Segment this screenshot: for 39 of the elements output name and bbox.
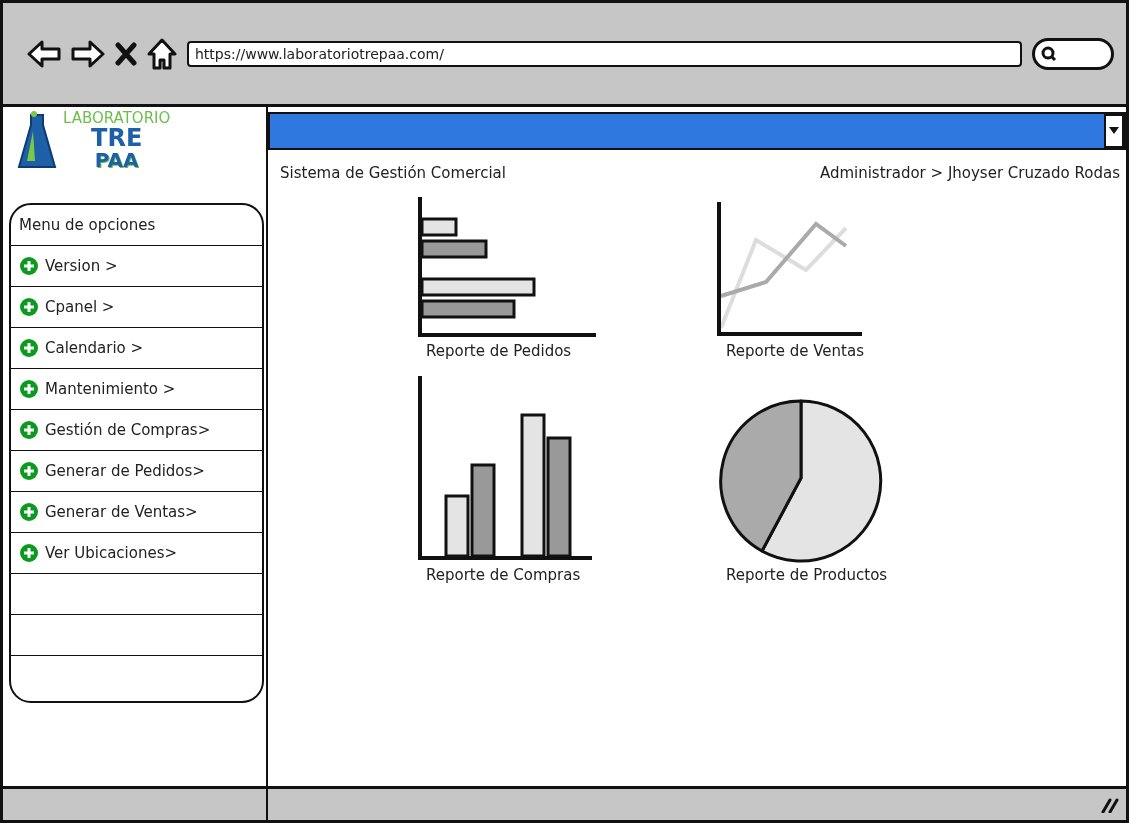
chart-bar xyxy=(420,217,458,236)
plus-icon xyxy=(19,379,39,399)
search-icon xyxy=(1041,45,1057,62)
plus-icon xyxy=(19,420,39,440)
dropdown-button[interactable] xyxy=(1104,114,1124,148)
plus-icon xyxy=(19,256,39,276)
plus-icon xyxy=(19,297,39,317)
plus-icon xyxy=(19,461,39,481)
back-icon[interactable] xyxy=(27,38,61,69)
menu-item[interactable]: Version > xyxy=(11,246,262,287)
page-title: Sistema de Gestión Comercial xyxy=(280,163,506,184)
plus-icon xyxy=(19,543,39,563)
chart-caption: Reporte de Productos xyxy=(726,565,888,586)
home-icon[interactable] xyxy=(147,37,177,70)
menu-item[interactable]: Ver Ubicaciones> xyxy=(11,533,262,574)
menu-item[interactable]: Generar de Pedidos> xyxy=(11,451,262,492)
chart-caption: Reporte de Ventas xyxy=(726,340,864,362)
logo-text: LABORATORIO xyxy=(63,111,171,126)
menu-item[interactable]: Cpanel > xyxy=(11,287,262,328)
logo-text: PAA xyxy=(94,150,139,170)
resize-grip-icon[interactable] xyxy=(1100,796,1120,813)
caret-icon xyxy=(1109,127,1119,135)
flask-logo-icon xyxy=(17,111,57,169)
chart-caption: Reporte de Pedidos xyxy=(426,340,572,362)
search-field[interactable] xyxy=(1032,37,1114,70)
logo-text: TRE xyxy=(91,126,143,150)
close-icon[interactable] xyxy=(115,41,137,66)
chart-bar xyxy=(420,239,488,258)
url-field[interactable]: https://www.laboratoriotrepaa.com/ xyxy=(187,40,1022,67)
breadcrumb: Administrador > Jhoyser Cruzado Rodas xyxy=(819,163,1120,184)
chart-caption: Reporte de Compras xyxy=(426,565,581,586)
menu-title: Menu de opciones xyxy=(19,214,156,236)
forward-icon[interactable] xyxy=(71,38,105,69)
menu-item[interactable]: Gestión de Compras> xyxy=(11,410,262,451)
plus-icon xyxy=(19,502,39,522)
menu-item[interactable]: Calendario > xyxy=(11,328,262,369)
menu-item[interactable]: Mantenimiento > xyxy=(11,369,262,410)
plus-icon xyxy=(19,338,39,358)
menu-item[interactable]: Generar de Ventas> xyxy=(11,492,262,533)
